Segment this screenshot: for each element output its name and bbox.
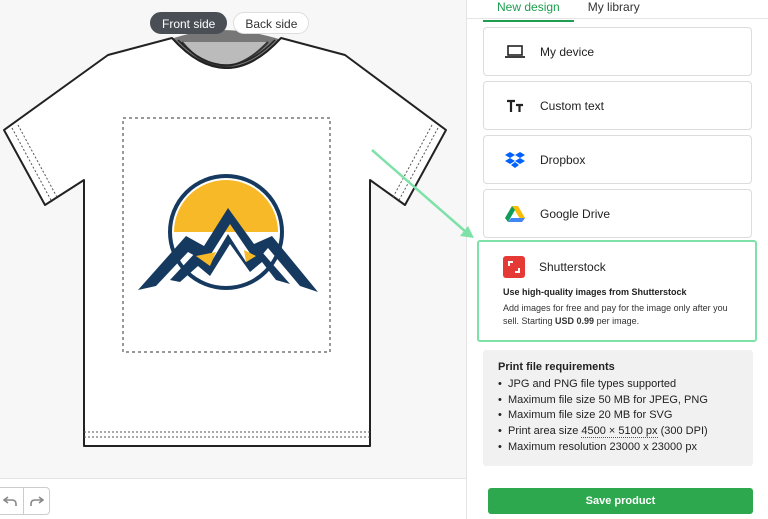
laptop-icon: [504, 41, 526, 63]
redo-icon: [29, 496, 44, 506]
print-area-size[interactable]: 4500 × 5100 px: [581, 425, 658, 439]
option-dropbox[interactable]: Dropbox: [483, 135, 752, 184]
print-requirements: Print file requirements JPG and PNG file…: [483, 350, 753, 466]
list-item: Maximum resolution 23000 x 23000 px: [498, 440, 753, 456]
tab-my-library[interactable]: My library: [574, 0, 654, 22]
option-label: My device: [540, 44, 595, 59]
history-controls: [0, 487, 50, 515]
design-canvas: Front side Back side: [0, 0, 466, 478]
option-custom-text[interactable]: Custom text: [483, 81, 752, 130]
front-side-button[interactable]: Front side: [150, 12, 228, 34]
list-item: Maximum file size 20 MB for SVG: [498, 408, 753, 424]
option-label: Shutterstock: [539, 260, 606, 274]
shutterstock-icon: [503, 256, 525, 278]
google-drive-icon: [504, 203, 526, 225]
shutterstock-description: Add images for free and pay for the imag…: [503, 303, 728, 326]
option-label: Custom text: [540, 98, 605, 113]
undo-icon: [3, 496, 17, 506]
list-item: Maximum file size 50 MB for JPEG, PNG: [498, 393, 753, 409]
shutterstock-headline: Use high-quality images from Shutterstoc…: [503, 287, 687, 297]
option-label: Dropbox: [540, 152, 586, 167]
option-shutterstock[interactable]: Shutterstock Use high-quality images fro…: [477, 240, 757, 342]
redo-button[interactable]: [23, 488, 49, 514]
undo-button[interactable]: [0, 488, 23, 514]
tshirt-mockup: [3, 30, 447, 447]
design-source-panel: New design My library My device Custom t…: [466, 0, 768, 519]
text-tt-icon: [504, 95, 526, 117]
tab-new-design[interactable]: New design: [483, 0, 574, 22]
save-product-button[interactable]: Save product: [488, 488, 753, 514]
requirements-title: Print file requirements: [498, 361, 615, 373]
list-item: JPG and PNG file types supported: [498, 377, 753, 393]
option-label: Google Drive: [540, 206, 611, 221]
dropbox-icon: [504, 149, 526, 171]
canvas-toolbar: [0, 478, 466, 519]
option-my-device[interactable]: My device: [483, 27, 752, 76]
option-google-drive[interactable]: Google Drive: [483, 189, 752, 238]
list-item: Print area size 4500 × 5100 px (300 DPI): [498, 424, 753, 440]
back-side-button[interactable]: Back side: [233, 12, 310, 34]
